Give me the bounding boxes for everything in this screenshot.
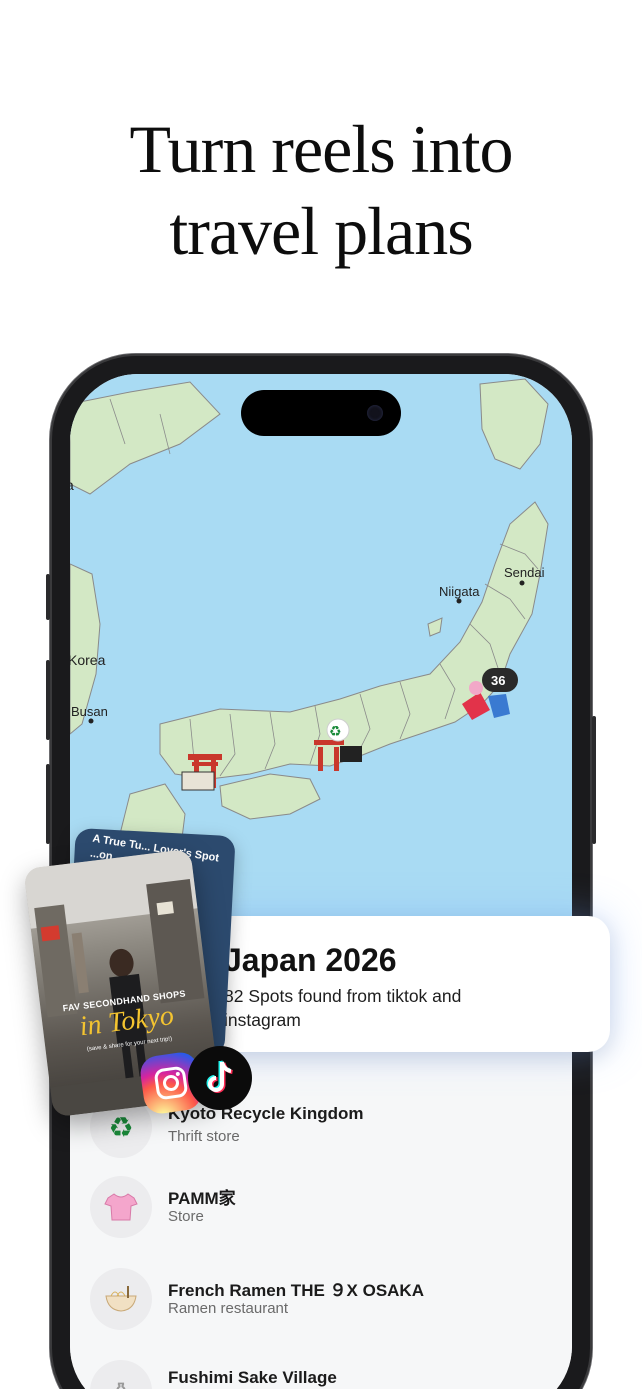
map-label-korea: Korea <box>70 652 106 668</box>
sendai-dot <box>519 580 525 586</box>
map-label-busan: Busan <box>71 704 108 719</box>
headline-line-2: travel plans <box>169 193 473 269</box>
list-item[interactable]: ⚱ Fushimi Sake Village <box>90 1360 550 1389</box>
list-item-name: Kyoto Recycle Kingdom <box>168 1104 364 1123</box>
phone-volume-down <box>46 764 50 844</box>
list-item-name: French Ramen THE ９X OSAKA <box>168 1281 424 1300</box>
map-label-niigata: Niigata <box>439 584 480 599</box>
phone-power-button <box>592 716 596 844</box>
phone-side-button <box>46 574 50 620</box>
niigata-dot <box>456 598 462 604</box>
trip-card[interactable]: Japan 2026 82 Spots found from tiktok an… <box>178 916 610 1052</box>
torii-marker-hiroshima[interactable] <box>181 754 222 791</box>
cluster-count: 36 <box>491 673 505 688</box>
list-item-category: Ramen restaurant <box>168 1300 289 1317</box>
map-label-edge: a <box>70 477 74 493</box>
list-item-name: PAMM家 <box>168 1189 236 1208</box>
ramen-icon <box>90 1268 152 1330</box>
trip-title: Japan 2026 <box>224 942 397 978</box>
list-item-category: Store <box>168 1208 204 1225</box>
dynamic-island <box>241 390 401 436</box>
svg-text:♻: ♻ <box>329 724 342 740</box>
list-item[interactable]: PAMM家 Store <box>90 1176 550 1240</box>
busan-dot <box>88 718 94 724</box>
sake-icon: ⚱ <box>90 1360 152 1389</box>
phone-volume-up <box>46 660 50 740</box>
map-label-sendai: Sendai <box>504 565 545 580</box>
shirt-icon <box>90 1176 152 1238</box>
list-item-name: Fushimi Sake Village <box>168 1368 337 1387</box>
tiktok-icon <box>188 1046 252 1110</box>
trip-subtitle: 82 Spots found from tiktok and instagram <box>224 986 462 1030</box>
headline: Turn reels into travel plans <box>0 108 642 272</box>
cluster-badge[interactable]: 36 <box>482 668 518 692</box>
list-item[interactable]: French Ramen THE ９X OSAKA Ramen restaura… <box>90 1268 550 1332</box>
list-item-category: Thrift store <box>168 1128 240 1145</box>
headline-line-1: Turn reels into <box>129 111 514 187</box>
